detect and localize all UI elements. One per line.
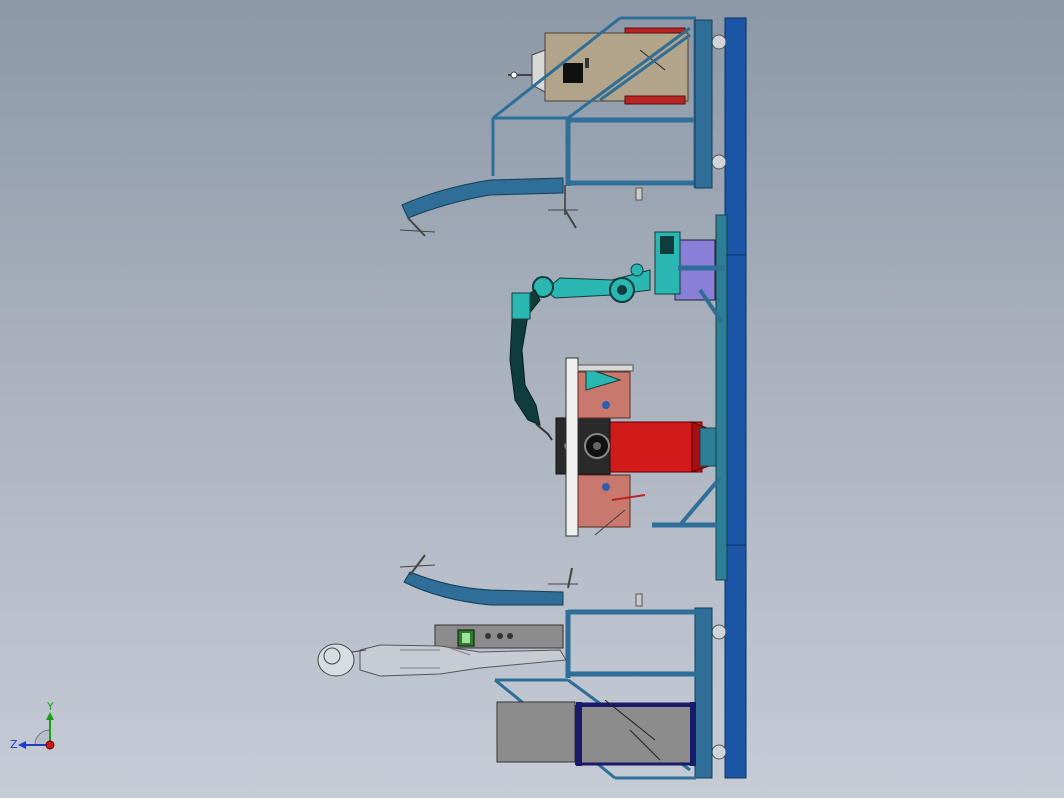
torch-boom-lower [403, 571, 564, 606]
caster-wheel [711, 744, 727, 760]
top-station [399, 16, 713, 237]
z-axis-label: Z [10, 738, 18, 751]
base-rail-assembly [711, 17, 747, 779]
caster-wheel [711, 624, 727, 640]
operator-figure [317, 643, 567, 677]
bottom-station [317, 554, 713, 780]
origin-icon [45, 740, 55, 750]
positioner [555, 357, 722, 537]
axis-triad: Y Z [10, 700, 55, 751]
y-axis-label: Y [46, 700, 54, 713]
welding-cell-model: Y Z [10, 16, 747, 780]
caster-wheel [711, 34, 727, 50]
caster-wheel [711, 154, 727, 170]
lower-cabinet [496, 701, 576, 763]
cad-viewport[interactable]: Y Z [0, 0, 1064, 798]
torch-boom [401, 177, 564, 219]
fixture-plate [565, 357, 579, 537]
main-base-rail [724, 17, 747, 779]
